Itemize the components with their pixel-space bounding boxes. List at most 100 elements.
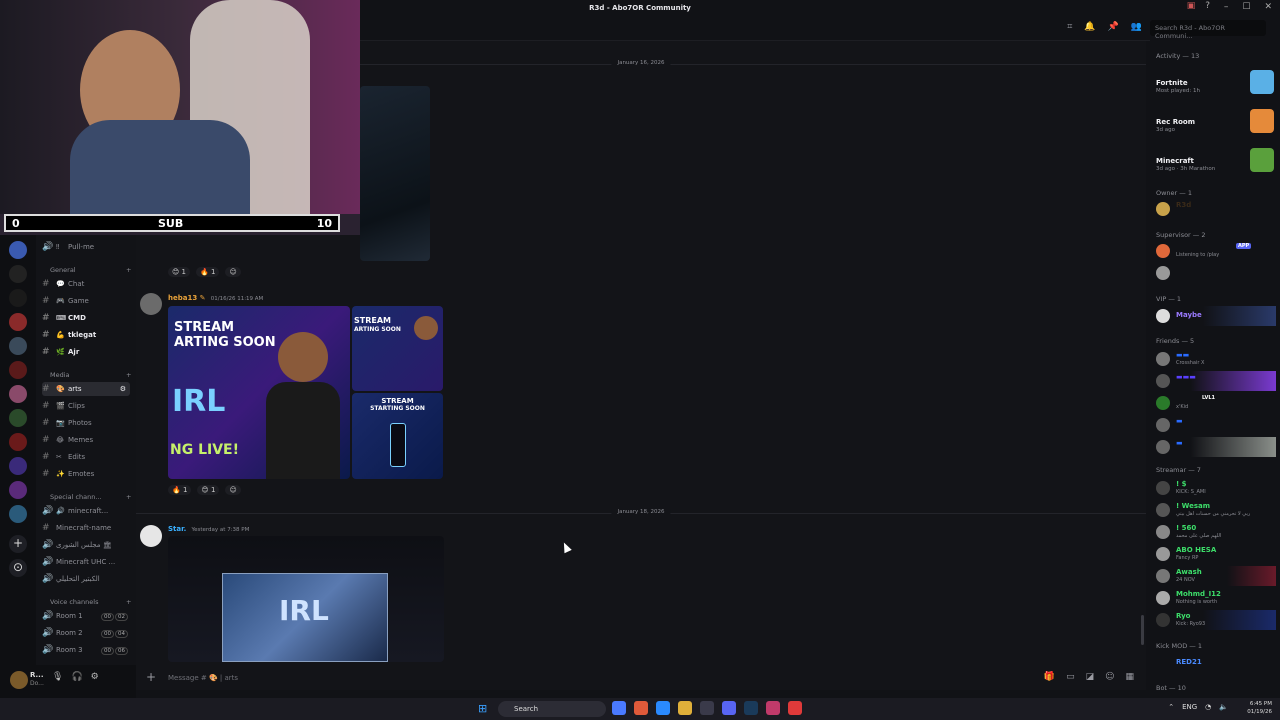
- channel-minecraft[interactable]: 🔊 🔊 minecraft...: [42, 504, 130, 518]
- member-item[interactable]: ▬▬▬: [1154, 371, 1276, 391]
- store-icon[interactable]: [700, 701, 714, 715]
- channel-minecraft-name[interactable]: # Minecraft-name: [42, 521, 130, 535]
- server-icon[interactable]: [9, 361, 27, 379]
- member-item[interactable]: Awash 24 NOV: [1154, 566, 1276, 586]
- chevron-up-icon[interactable]: ⌃: [1168, 703, 1174, 711]
- channel-clips[interactable]: # 🎬 Clips: [42, 399, 130, 413]
- member-item[interactable]: R3d: [1154, 199, 1276, 219]
- add-server-icon[interactable]: +: [9, 535, 27, 553]
- volume-icon[interactable]: 🔈: [1219, 703, 1228, 711]
- add-channel-icon[interactable]: +: [126, 493, 131, 501]
- activity-card[interactable]: Rec Room 3d ago: [1154, 106, 1276, 140]
- apps-icon[interactable]: ▦: [1125, 672, 1134, 682]
- chrome-icon[interactable]: [634, 701, 648, 715]
- server-icon[interactable]: [9, 241, 27, 259]
- threads-icon[interactable]: ⌗: [1067, 22, 1072, 32]
- channel-arts[interactable]: # 🎨 arts ⚙: [42, 382, 130, 396]
- language-indicator[interactable]: ENG: [1182, 703, 1197, 711]
- emoji-icon[interactable]: ☺: [1105, 672, 1114, 682]
- inbox-icon[interactable]: ▣: [1187, 1, 1196, 11]
- file-explorer-icon[interactable]: [678, 701, 692, 715]
- channel-game[interactable]: # 🎮 Game: [42, 294, 130, 308]
- settings-gear-icon[interactable]: ⚙: [120, 382, 126, 396]
- channel-cmd[interactable]: # ⌨ CMD: [42, 311, 130, 325]
- category-media[interactable]: Media +: [50, 371, 131, 379]
- add-reaction-icon[interactable]: ☺: [225, 267, 241, 277]
- attachment-image[interactable]: [360, 86, 430, 261]
- member-item[interactable]: RED21: [1154, 653, 1276, 673]
- channel-shura[interactable]: 🔊 مجلس الشورى 🏛: [42, 538, 130, 552]
- pin-icon[interactable]: 📌: [1108, 22, 1119, 32]
- help-icon[interactable]: ?: [1205, 1, 1210, 11]
- channel-minecraft-uhc[interactable]: 🔊 Minecraft UHC ...: [42, 555, 130, 569]
- microphone-icon[interactable]: 🎙: [52, 672, 63, 682]
- voice-room-2[interactable]: 🔊 Room 2 00 04: [42, 626, 130, 640]
- member-list-icon[interactable]: 👥: [1131, 22, 1142, 32]
- settings-gear-icon[interactable]: ⚙: [91, 672, 99, 682]
- member-item[interactable]: ! Wesam ربي لا تحرمني من حسنات اهل بيتي: [1154, 500, 1276, 520]
- gif-icon[interactable]: ▭: [1066, 672, 1075, 682]
- channel-memes[interactable]: # 😂 Memes: [42, 433, 130, 447]
- server-icon[interactable]: [9, 457, 27, 475]
- server-icon[interactable]: [9, 481, 27, 499]
- member-item[interactable]: Mohmd_I12 Nothing is worth: [1154, 588, 1276, 608]
- member-item[interactable]: [1154, 263, 1276, 283]
- attachment-image[interactable]: STREAM ARTING SOON IRL NG LIVE!: [168, 306, 350, 479]
- voice-room-1[interactable]: 🔊 Room 1 00 02: [42, 609, 130, 623]
- edge-icon[interactable]: [656, 701, 670, 715]
- avatar[interactable]: [140, 293, 162, 315]
- member-item[interactable]: ▬: [1154, 437, 1276, 457]
- server-icon[interactable]: [9, 313, 27, 331]
- windows-start-icon[interactable]: ⊞: [478, 702, 487, 715]
- channel-edits[interactable]: # ✂ Edits: [42, 450, 130, 464]
- add-reaction-icon[interactable]: ☺: [225, 485, 241, 495]
- channel-arabic[interactable]: 🔊 الكبتير التحليلي: [42, 572, 130, 586]
- channel-pull-me[interactable]: 🔊 ‼ Pull-me: [42, 240, 130, 254]
- discover-icon[interactable]: ⊙: [9, 559, 27, 577]
- member-item[interactable]: Maybe: [1154, 306, 1276, 326]
- copilot-icon[interactable]: [612, 701, 626, 715]
- avatar[interactable]: [10, 671, 28, 689]
- app-icon[interactable]: [788, 701, 802, 715]
- reaction[interactable]: 😊 1: [168, 267, 191, 277]
- reaction[interactable]: 🔥 1: [196, 267, 220, 277]
- message-author[interactable]: heba13 ✎: [168, 294, 206, 302]
- add-channel-icon[interactable]: +: [126, 371, 131, 379]
- channel-chat[interactable]: # 💬 Chat: [42, 277, 130, 291]
- activity-card[interactable]: Fortnite Most played: 1h: [1154, 67, 1276, 101]
- server-icon[interactable]: [9, 265, 27, 283]
- category-voice[interactable]: Voice channels +: [50, 598, 131, 606]
- server-icon[interactable]: [9, 289, 27, 307]
- member-item[interactable]: ▬▬ Crosshair X: [1154, 349, 1276, 369]
- member-item[interactable]: ! 560 اللهم صلي على محمد: [1154, 522, 1276, 542]
- member-item[interactable]: Ryo Kick: Ryo93: [1154, 610, 1276, 630]
- server-icon[interactable]: [9, 385, 27, 403]
- message-input[interactable]: Message # 🎨 | arts: [168, 674, 238, 682]
- clock[interactable]: 6:45 PM 01/19/26: [1247, 700, 1272, 716]
- taskbar-search[interactable]: Search: [498, 701, 606, 717]
- channel-ajr[interactable]: # 🌿 Ajr: [42, 345, 130, 359]
- member-item[interactable]: APP Listening to /play: [1154, 241, 1276, 261]
- server-icon[interactable]: [9, 337, 27, 355]
- reaction[interactable]: 🔥 1: [168, 485, 192, 495]
- gift-icon[interactable]: 🎁: [1044, 672, 1055, 682]
- maximize-button[interactable]: ☐: [1242, 2, 1250, 12]
- search-input[interactable]: Search R3d - Abo7OR Communi...: [1150, 20, 1266, 40]
- steam-icon[interactable]: [744, 701, 758, 715]
- channel-photos[interactable]: # 📷 Photos: [42, 416, 130, 430]
- upload-plus-icon[interactable]: +: [146, 670, 156, 684]
- chat-scrollbar[interactable]: [1141, 615, 1144, 645]
- channel-emotes[interactable]: # ✨ Emotes: [42, 467, 130, 481]
- attachment-image[interactable]: STREAM ARTING SOON: [352, 306, 443, 391]
- avatar[interactable]: [140, 525, 162, 547]
- app-icon[interactable]: [766, 701, 780, 715]
- category-general[interactable]: General +: [50, 266, 131, 274]
- member-item[interactable]: LVL1 x'Kid: [1154, 393, 1276, 413]
- attachment-image[interactable]: IRL: [168, 536, 444, 662]
- wifi-icon[interactable]: ◔: [1205, 703, 1211, 711]
- notification-bell-icon[interactable]: 🔔: [1084, 22, 1095, 32]
- message-author[interactable]: Star.: [168, 525, 186, 533]
- channel-tklegat[interactable]: # 💪 tklegat: [42, 328, 130, 342]
- server-icon[interactable]: [9, 505, 27, 523]
- activity-card[interactable]: Minecraft 3d ago · 3h Marathon: [1154, 145, 1276, 179]
